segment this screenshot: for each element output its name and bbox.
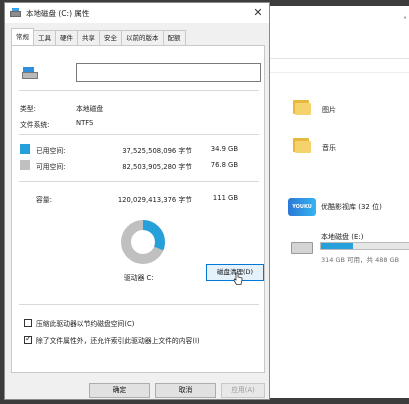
filesystem-label: 文件系统:: [20, 121, 50, 129]
title-bar: 本地磁盘 (C:) 属性 ✕: [5, 3, 269, 23]
tab-strip: 常规 工具 硬件 共享 安全 以前的版本 配额: [11, 28, 186, 45]
drive-icon[interactable]: [291, 242, 313, 254]
index-checkbox[interactable]: ✓: [24, 334, 32, 344]
drive-name-input[interactable]: [76, 63, 261, 82]
music-folder-icon[interactable]: [293, 136, 313, 154]
youku-icon[interactable]: YOUKU: [288, 198, 316, 216]
divider: [19, 304, 259, 305]
tab-sharing[interactable]: 共享: [77, 30, 100, 45]
dialog-title: 本地磁盘 (C:) 属性: [26, 9, 90, 18]
divider: [19, 181, 259, 182]
capacity-size: 111 GB: [212, 194, 238, 202]
explorer-item-label[interactable]: 优酷影视库 (32 位): [321, 202, 382, 212]
usage-donut: [121, 220, 165, 264]
explorer-divider: [269, 58, 409, 59]
drive-e-label[interactable]: 本地磁盘 (E:): [321, 232, 363, 242]
used-space-label: 已用空间:: [36, 147, 66, 155]
hand-cursor-icon: [233, 272, 243, 285]
used-space-bytes: 37,525,508,096 字节: [122, 147, 192, 155]
used-space-swatch: [20, 144, 30, 154]
drive-letter-label: 驱动器 C:: [124, 274, 154, 282]
divider: [19, 134, 259, 135]
explorer-topbar: [269, 6, 409, 58]
free-space-swatch: [20, 160, 30, 170]
compress-label[interactable]: 压缩此驱动器以节约磁盘空间(C): [36, 318, 134, 328]
capacity-bytes: 120,029,413,376 字节: [117, 196, 192, 204]
capacity-label: 容量:: [36, 196, 52, 204]
used-space-size: 34.9 GB: [210, 145, 238, 153]
drive-icon: [22, 67, 38, 80]
index-label[interactable]: 除了文件属性外，还允许索引此驱动器上文件的内容(I): [36, 335, 200, 345]
drive-icon: [10, 8, 21, 17]
tab-quota[interactable]: 配额: [162, 30, 186, 45]
explorer-item-label[interactable]: 图片: [322, 105, 336, 115]
apply-button[interactable]: 应用(A): [221, 383, 265, 398]
pictures-folder-icon[interactable]: [293, 98, 313, 116]
free-space-bytes: 82,503,905,280 字节: [122, 163, 192, 171]
ok-button[interactable]: 确定: [89, 383, 150, 398]
free-space-size: 76.8 GB: [210, 161, 238, 169]
index-option[interactable]: ✓ 除了文件属性外，还允许索引此驱动器上文件的内容(I): [24, 334, 200, 345]
drive-e-usage-fill: [321, 243, 354, 249]
type-label: 类型:: [20, 105, 36, 113]
compress-checkbox[interactable]: [24, 319, 32, 327]
drive-e-usage-bar: [320, 242, 409, 250]
type-value: 本地磁盘: [76, 105, 104, 113]
tab-previous-versions[interactable]: 以前的版本: [121, 30, 164, 45]
free-space-label: 可用空间:: [36, 163, 66, 171]
filesystem-value: NTFS: [76, 119, 94, 127]
properties-dialog: 本地磁盘 (C:) 属性 ✕ 常规 工具 硬件 共享 安全 以前的版本 配额 类…: [4, 2, 270, 400]
explorer-window: ˄ 图片 音乐 YOUKU 优酷影视库 (32 位) 本地磁盘 (E:) 314…: [268, 6, 409, 398]
tab-tools[interactable]: 工具: [33, 30, 56, 45]
compress-option[interactable]: 压缩此驱动器以节约磁盘空间(C): [24, 318, 134, 328]
cancel-button[interactable]: 取消: [155, 383, 216, 398]
tab-hardware[interactable]: 硬件: [55, 30, 78, 45]
divider: [19, 90, 259, 91]
general-panel: 类型: 本地磁盘 文件系统: NTFS 已用空间: 37,525,508,096…: [11, 45, 265, 373]
drive-e-detail: 314 GB 可用，共 488 GB: [321, 256, 400, 264]
explorer-divider: [269, 72, 409, 73]
scroll-up-icon[interactable]: ˄: [403, 16, 407, 25]
tab-general[interactable]: 常规: [11, 28, 34, 45]
close-icon[interactable]: ✕: [251, 6, 265, 20]
tab-security[interactable]: 安全: [99, 30, 122, 45]
explorer-item-label[interactable]: 音乐: [322, 143, 336, 153]
